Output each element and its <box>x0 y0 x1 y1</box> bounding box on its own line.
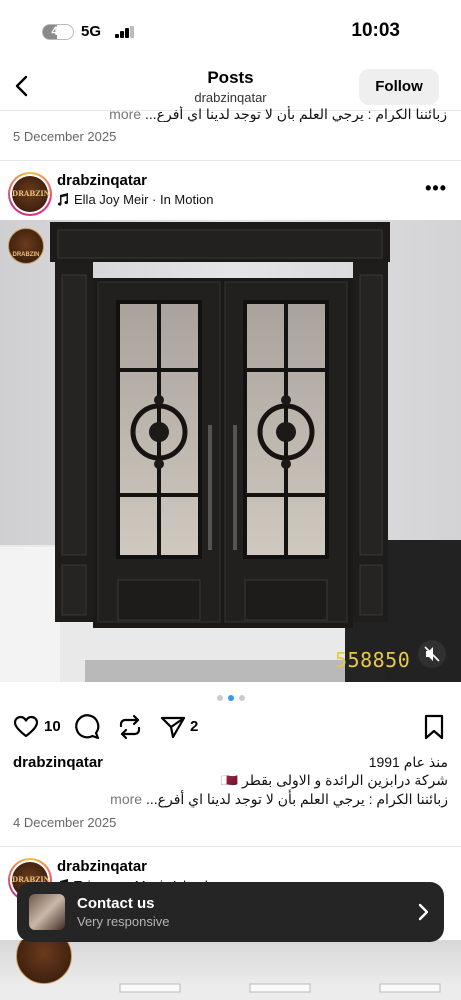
post-date: 4 December 2025 <box>13 815 117 830</box>
caption-line: شركة درابزين الرائدة و الاولى بقطر 🇶🇦 <box>220 772 448 788</box>
caption-username[interactable]: drabzinqatar <box>13 754 103 771</box>
top-header: Posts drabzinqatar Follow <box>0 62 461 110</box>
audio-info[interactable]: Ella Joy Meir · In Motion <box>57 192 213 207</box>
prev-caption-text: زبائننا الكرام : يرجي العلم بأن لا توجد … <box>144 106 447 122</box>
caption-text: زبائننا الكرام : يرجي العلم بأن لا توجد … <box>145 791 448 807</box>
comment-icon[interactable] <box>74 714 100 740</box>
status-bar: 46 5G 10:03 <box>0 0 461 62</box>
chevron-right-icon[interactable] <box>416 902 430 922</box>
door-illustration <box>0 220 461 682</box>
prev-post-date: 5 December 2025 <box>13 129 117 144</box>
more-options-icon[interactable]: ••• <box>425 178 447 199</box>
post-username[interactable]: drabzinqatar <box>57 172 147 189</box>
contact-us-banner[interactable]: Contact us Very responsive <box>17 882 444 942</box>
brand-logo-icon: DRABZIN <box>12 176 50 212</box>
battery-indicator: 46 <box>42 24 74 40</box>
image-overlay-number: 558850 <box>335 648 411 672</box>
network-label: 5G <box>81 23 102 40</box>
more-link[interactable]: more <box>109 106 141 122</box>
carousel-dot-active <box>227 695 234 701</box>
like-count[interactable]: 10 <box>44 718 61 735</box>
contact-thumbnail <box>29 894 65 930</box>
post-actions: 10 2 <box>0 712 461 742</box>
carousel-dot <box>216 695 223 701</box>
post-image[interactable]: DRABZIN <box>0 220 461 682</box>
clock: 10:03 <box>351 20 400 41</box>
music-note-icon <box>57 193 69 206</box>
avatar[interactable]: DRABZIN <box>8 172 52 216</box>
caption-line: منذ عام 1991 <box>368 754 448 770</box>
heart-icon[interactable] <box>13 714 39 740</box>
follow-button[interactable]: Follow <box>359 69 439 105</box>
post-username[interactable]: drabzinqatar <box>57 858 147 875</box>
banner-title: Contact us <box>77 895 155 912</box>
share-icon[interactable] <box>160 714 186 740</box>
more-link[interactable]: more <box>110 791 142 807</box>
repost-icon[interactable] <box>117 714 143 740</box>
mute-icon[interactable] <box>418 640 446 668</box>
carousel-indicator <box>0 695 461 701</box>
post-header: DRABZIN drabzinqatar Ella Joy Meir · In … <box>0 170 461 226</box>
audio-label: Ella Joy Meir · In Motion <box>74 192 214 207</box>
next-post-image[interactable] <box>0 940 461 1000</box>
post-divider <box>0 846 461 847</box>
share-count[interactable]: 2 <box>190 718 198 735</box>
watermark-logo-icon: DRABZIN <box>8 228 44 264</box>
caption-line-truncated[interactable]: زبائننا الكرام : يرجي العلم بأن لا توجد … <box>110 791 448 808</box>
carousel-dot <box>238 695 245 701</box>
post-divider <box>0 160 461 161</box>
banner-subtitle: Very responsive <box>77 914 170 929</box>
signal-icon <box>115 26 135 38</box>
prev-post-caption[interactable]: زبائننا الكرام : يرجي العلم بأن لا توجد … <box>14 106 447 122</box>
bookmark-icon[interactable] <box>421 714 447 740</box>
